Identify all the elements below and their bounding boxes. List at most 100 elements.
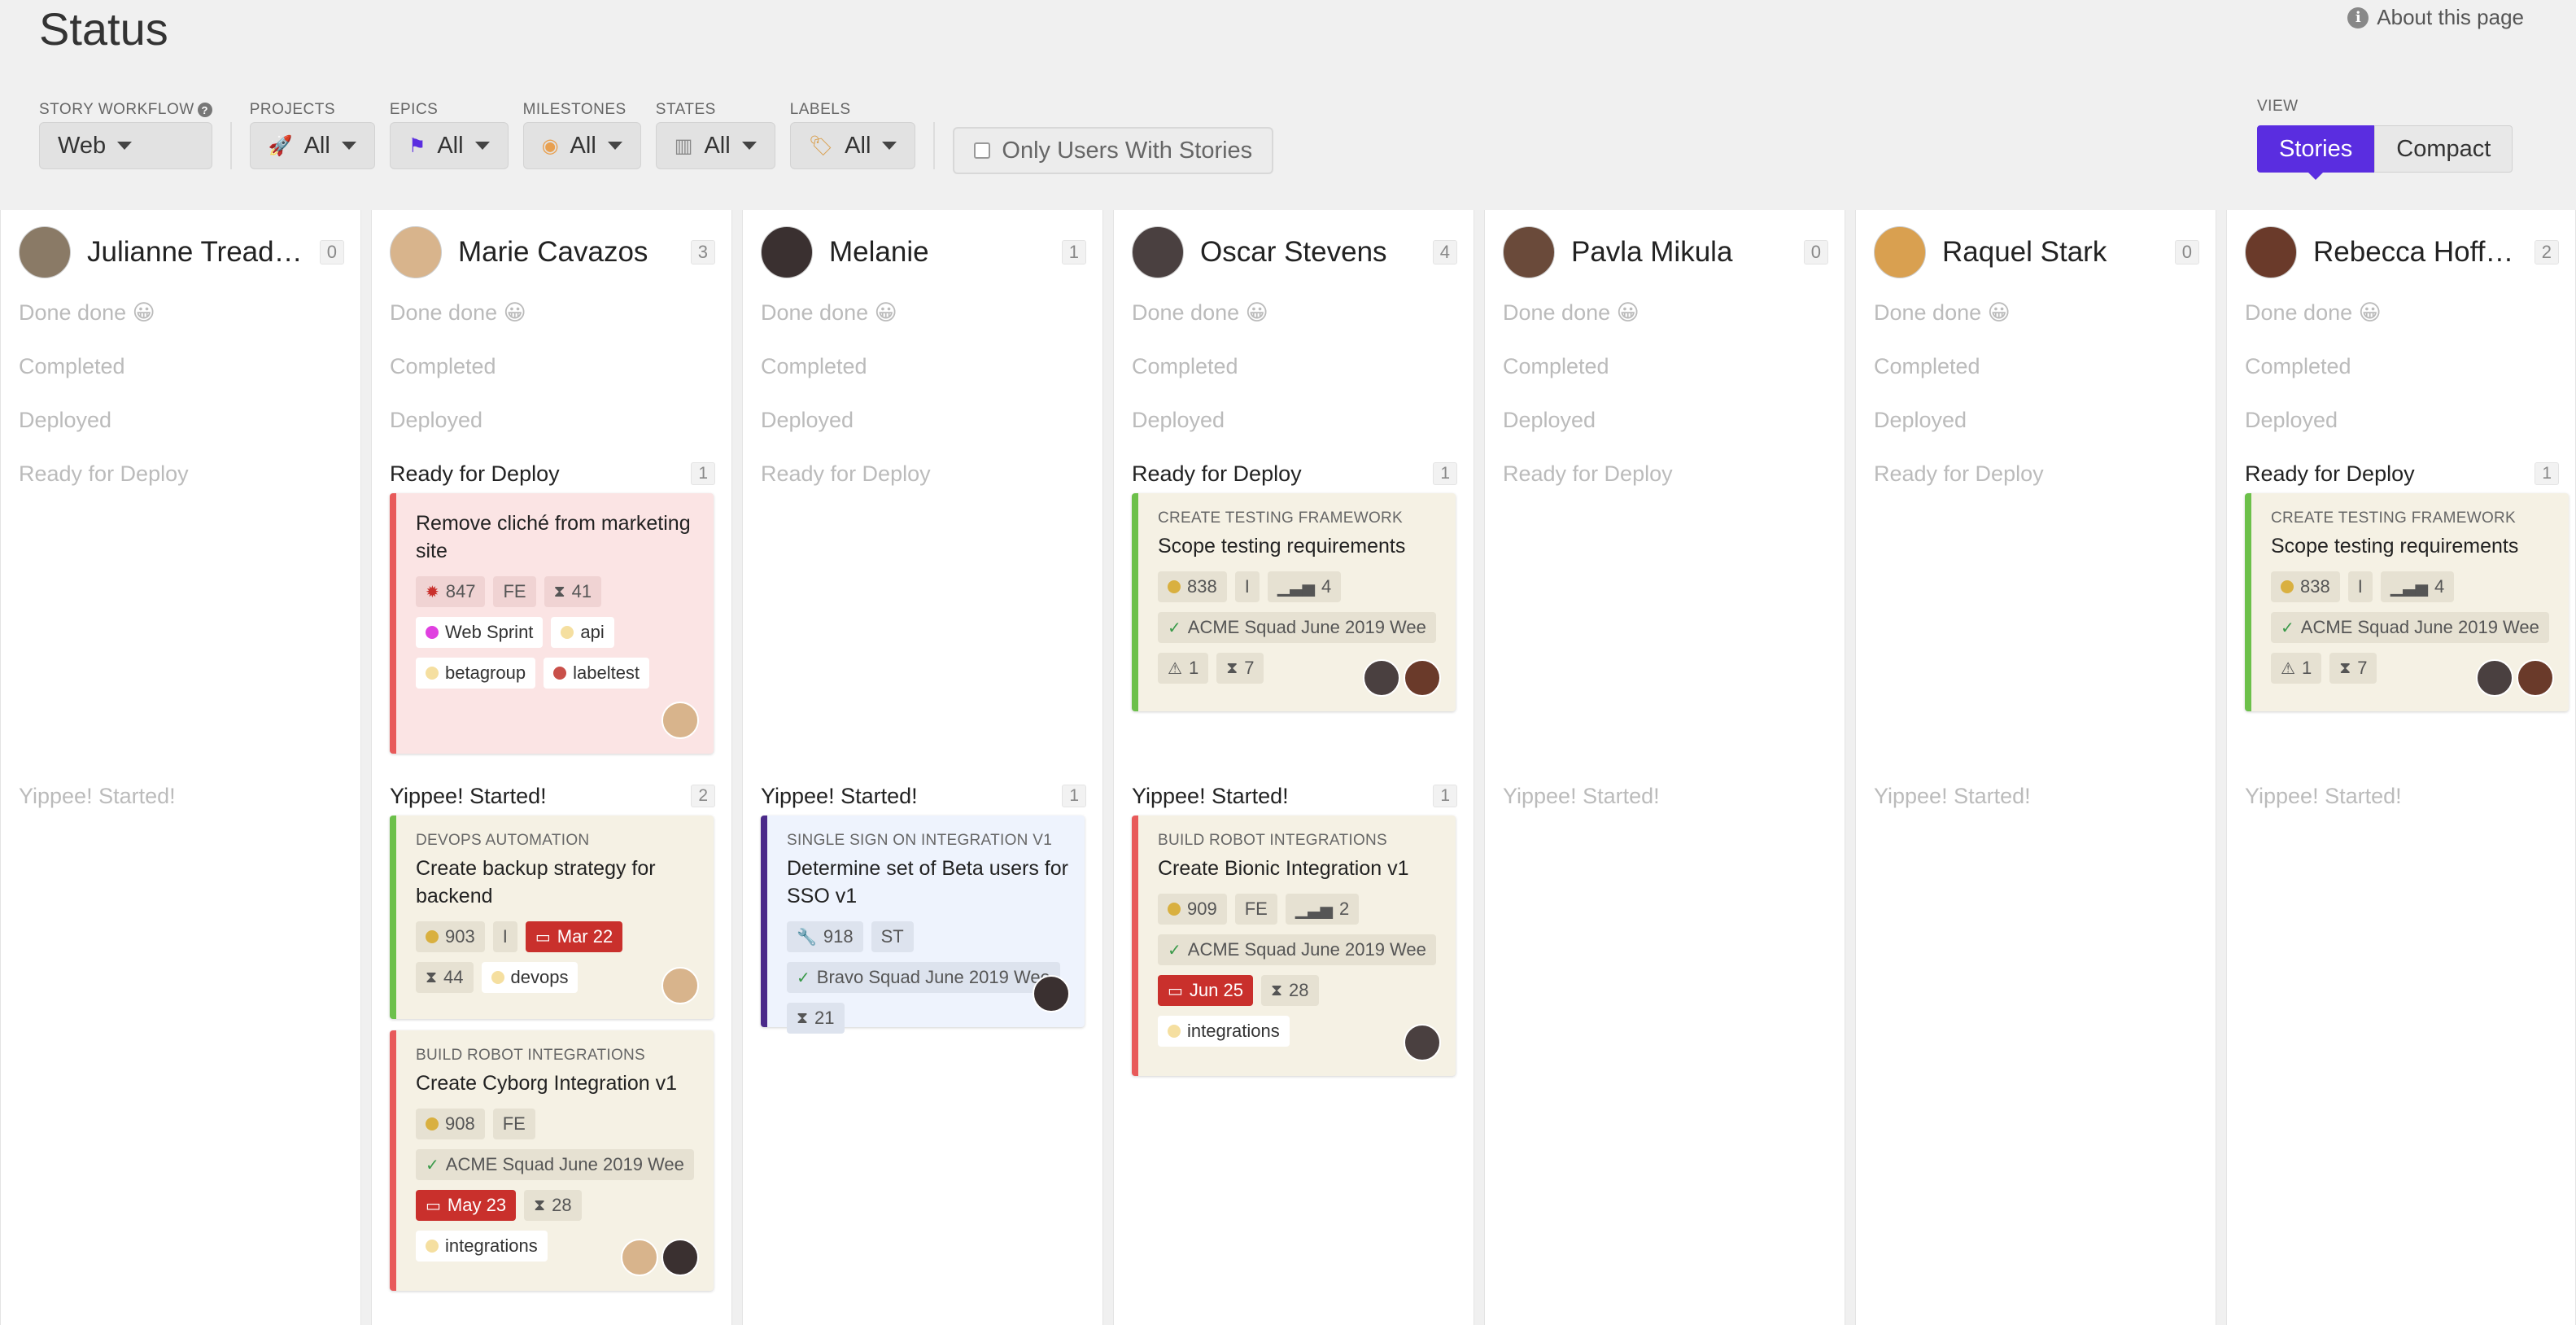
projects-dropdown[interactable]: 🚀 All xyxy=(249,122,375,169)
epic-name[interactable]: SINGLE SIGN ON INTEGRATION V1 xyxy=(787,832,1068,850)
epics-dropdown[interactable]: ⚑ All xyxy=(389,122,509,169)
avatar[interactable] xyxy=(761,226,813,278)
owner-avatar[interactable] xyxy=(661,702,699,739)
view-stories-button[interactable]: Stories xyxy=(2257,125,2375,180)
story-type: FE xyxy=(492,1109,535,1139)
label-betagroup[interactable]: betagroup xyxy=(416,658,536,689)
story-estimate: ⧗ 41 xyxy=(544,576,602,607)
epic-name[interactable]: BUILD ROBOT INTEGRATIONS xyxy=(416,1047,697,1065)
avatar[interactable] xyxy=(19,226,71,278)
label-web-sprint[interactable]: Web Sprint xyxy=(416,617,544,648)
owner-avatar[interactable] xyxy=(1363,659,1400,697)
owner-avatar[interactable] xyxy=(661,1239,699,1276)
checkbox[interactable] xyxy=(974,142,991,159)
epic-name[interactable]: DEVOPS AUTOMATION xyxy=(416,832,697,850)
epics-filter: EPICS ⚑ All xyxy=(389,98,509,169)
avatar[interactable] xyxy=(390,226,442,278)
columns-icon: ▥ xyxy=(674,134,693,157)
state-completed: Completed xyxy=(1132,353,1238,378)
story-card[interactable]: BUILD ROBOT INTEGRATIONS Create Bionic I… xyxy=(1132,816,1456,1076)
caret-down-icon xyxy=(341,142,356,150)
milestone[interactable]: ✓ Bravo Squad June 2019 Wee xyxy=(787,962,1060,993)
story-id: 908 xyxy=(416,1109,485,1139)
column-name[interactable]: Julianne Treadw... xyxy=(87,236,313,269)
states-label: STATES xyxy=(655,101,716,118)
avatar[interactable] xyxy=(2245,226,2297,278)
column-oscar: Oscar Stevens 4 Done done 😀 Completed De… xyxy=(1113,210,1474,1325)
state-deployed: Deployed xyxy=(2245,407,2338,432)
avatar[interactable] xyxy=(1132,226,1184,278)
story-points: ▁▃▅ 4 xyxy=(1267,571,1342,602)
about-link[interactable]: i About this page xyxy=(2347,5,2524,30)
story-count: 4 xyxy=(1432,240,1457,265)
story-card[interactable]: DEVOPS AUTOMATION Create backup strategy… xyxy=(390,816,714,1019)
hourglass-icon: ⧗ xyxy=(1226,658,1238,677)
avatar[interactable] xyxy=(1874,226,1926,278)
state-deployed: Deployed xyxy=(761,407,854,432)
states-dropdown[interactable]: ▥ All xyxy=(655,122,775,169)
page-title: Status xyxy=(39,3,168,55)
warning-icon: ⚠ xyxy=(1168,659,1182,678)
feature-icon xyxy=(2281,580,2294,593)
story-id: ✹ 847 xyxy=(416,576,486,607)
label-api[interactable]: api xyxy=(551,617,614,648)
state-done: Done done 😀 xyxy=(1503,300,1639,325)
story-id: 🔧 918 xyxy=(787,921,863,952)
story-title: Create backup strategy for backend xyxy=(416,857,656,907)
story-card[interactable]: BUILD ROBOT INTEGRATIONS Create Cyborg I… xyxy=(390,1030,714,1291)
state-deployed: Deployed xyxy=(1874,407,1967,432)
milestone[interactable]: ✓ ACME Squad June 2019 Wee xyxy=(2271,612,2549,643)
story-card[interactable]: SINGLE SIGN ON INTEGRATION V1 Determine … xyxy=(761,816,1085,1034)
column-name[interactable]: Melanie xyxy=(829,236,1055,269)
story-card[interactable]: Remove cliché from marketing site ✹ 847 F… xyxy=(390,493,714,754)
owner-avatar[interactable] xyxy=(2517,659,2554,697)
epic-name[interactable]: CREATE TESTING FRAMEWORK xyxy=(2271,509,2552,527)
state-ready: Ready for Deploy xyxy=(19,461,189,486)
owner-avatar[interactable] xyxy=(2476,659,2513,697)
label-devops[interactable]: devops xyxy=(481,962,579,993)
story-workflow-filter: STORY WORKFLOW? Web xyxy=(39,98,212,169)
blockers: ⚠ 1 xyxy=(1158,653,1209,684)
state-started: Yippee! Started! xyxy=(2245,783,2402,808)
owner-avatar[interactable] xyxy=(621,1239,658,1276)
column-name[interactable]: Oscar Stevens xyxy=(1200,236,1426,269)
state-started: Yippee! Started! 1 xyxy=(761,780,1086,812)
milestone[interactable]: ✓ ACME Squad June 2019 Wee xyxy=(1158,612,1436,643)
story-card[interactable]: CREATE TESTING FRAMEWORK Scope testing r… xyxy=(2245,493,2569,711)
state-started: Yippee! Started! xyxy=(19,783,176,808)
avatar[interactable] xyxy=(1503,226,1555,278)
projects-filter: PROJECTS 🚀 All xyxy=(249,98,375,169)
view-compact-button[interactable]: Compact xyxy=(2374,125,2513,173)
label-integrations[interactable]: integrations xyxy=(416,1231,548,1262)
story-estimate: ⧗ 7 xyxy=(1216,653,1264,684)
owner-avatar[interactable] xyxy=(661,967,699,1004)
milestone[interactable]: ✓ ACME Squad June 2019 Wee xyxy=(416,1149,694,1180)
story-workflow-dropdown[interactable]: Web xyxy=(39,122,212,169)
epic-name[interactable]: CREATE TESTING FRAMEWORK xyxy=(1158,509,1439,527)
feature-icon xyxy=(1168,580,1181,593)
column-name[interactable]: Raquel Stark xyxy=(1942,236,2168,269)
owner-avatar[interactable] xyxy=(1033,975,1070,1012)
help-icon[interactable]: ? xyxy=(197,103,212,117)
column-name[interactable]: Pavla Mikula xyxy=(1571,236,1797,269)
due-date: ▭ Mar 22 xyxy=(525,921,623,952)
owner-avatar[interactable] xyxy=(1404,1024,1441,1061)
story-count: 0 xyxy=(319,240,344,265)
hourglass-icon: ⧗ xyxy=(426,968,438,986)
milestones-dropdown[interactable]: ◉ All xyxy=(522,122,641,169)
milestone[interactable]: ✓ ACME Squad June 2019 Wee xyxy=(1158,934,1436,965)
epic-name[interactable]: BUILD ROBOT INTEGRATIONS xyxy=(1158,832,1439,850)
due-date: ▭ May 23 xyxy=(416,1190,517,1221)
map-pin-icon: ◉ xyxy=(541,134,559,157)
story-card[interactable]: CREATE TESTING FRAMEWORK Scope testing r… xyxy=(1132,493,1456,711)
labels-dropdown[interactable]: 🏷 All xyxy=(789,122,916,169)
column-name[interactable]: Marie Cavazos xyxy=(458,236,684,269)
label-labeltest[interactable]: labeltest xyxy=(544,658,650,689)
blockers: ⚠ 1 xyxy=(2271,653,2322,684)
owner-avatar[interactable] xyxy=(1404,659,1441,697)
story-count: 0 xyxy=(1803,240,1828,265)
label-integrations[interactable]: integrations xyxy=(1158,1016,1290,1047)
only-users-toggle[interactable]: Only Users With Stories xyxy=(953,127,1274,174)
state-ready: Ready for Deploy xyxy=(1874,461,2044,486)
column-name[interactable]: Rebecca Hoffman xyxy=(2313,236,2528,269)
